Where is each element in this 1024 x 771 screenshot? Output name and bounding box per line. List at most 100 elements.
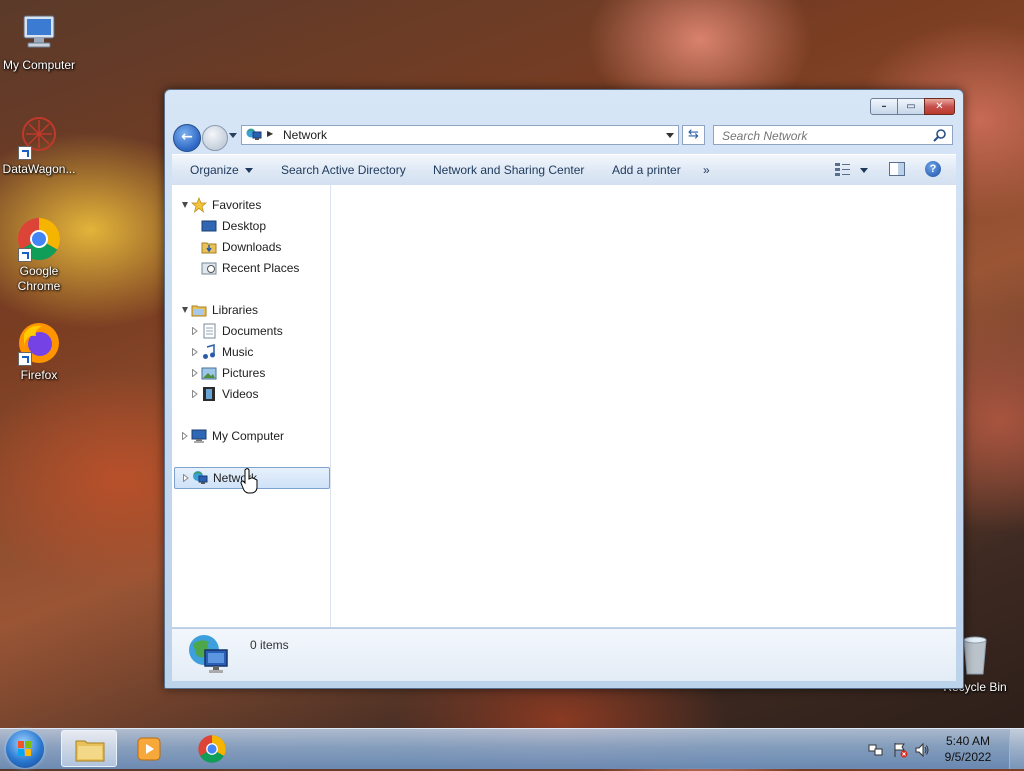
collapsed-arrow-icon[interactable] bbox=[192, 390, 198, 398]
address-location[interactable]: Network bbox=[283, 128, 327, 142]
explorer-window: – ▭ ✕ ← ▶ Network ⇆ Organize Search Acti… bbox=[164, 89, 964, 689]
recent-places-icon bbox=[201, 262, 217, 275]
tree-label: Libraries bbox=[212, 303, 259, 317]
network-status-icon[interactable] bbox=[868, 742, 884, 758]
network-large-icon bbox=[189, 635, 228, 673]
close-button[interactable]: ✕ bbox=[924, 98, 955, 115]
view-options-dropdown-icon[interactable] bbox=[860, 168, 868, 173]
computer-icon bbox=[191, 429, 207, 443]
star-icon bbox=[191, 197, 207, 213]
videos-icon bbox=[203, 387, 215, 401]
start-button[interactable] bbox=[6, 730, 44, 768]
tree-label: Music bbox=[222, 345, 254, 359]
collapsed-arrow-icon[interactable] bbox=[192, 348, 198, 356]
breadcrumb-separator-icon[interactable]: ▶ bbox=[267, 129, 273, 138]
organize-menu[interactable]: Organize bbox=[190, 163, 253, 177]
tree-documents[interactable]: Documents bbox=[172, 321, 330, 341]
desktop-icon-chrome[interactable]: Google Chrome bbox=[0, 216, 78, 294]
desktop-folder-icon bbox=[201, 220, 217, 232]
desktop-icon-firefox[interactable]: Firefox bbox=[0, 320, 78, 383]
search-input[interactable] bbox=[720, 127, 934, 145]
add-printer-button[interactable]: Add a printer bbox=[612, 163, 681, 177]
tree-label: My Computer bbox=[212, 429, 285, 443]
taskbar-explorer-button[interactable] bbox=[61, 730, 117, 767]
shortcut-arrow-icon bbox=[18, 146, 32, 160]
clock-date: 9/5/2022 bbox=[944, 750, 992, 764]
tree-label: Pictures bbox=[222, 366, 266, 380]
clock-time: 5:40 AM bbox=[945, 734, 991, 748]
close-icon: ✕ bbox=[935, 101, 944, 112]
chrome-icon bbox=[16, 216, 62, 262]
shortcut-arrow-icon bbox=[18, 352, 32, 366]
collapsed-arrow-icon[interactable] bbox=[183, 474, 189, 482]
command-bar: Organize Search Active Directory Network… bbox=[172, 154, 956, 186]
shortcut-arrow-icon bbox=[18, 248, 32, 262]
tree-favorites[interactable]: Favorites bbox=[172, 195, 330, 215]
tree-my-computer[interactable]: My Computer bbox=[172, 426, 330, 446]
refresh-button[interactable]: ⇆ bbox=[682, 125, 705, 145]
expand-arrow-icon[interactable] bbox=[182, 202, 188, 208]
tree-label: Documents bbox=[222, 324, 283, 338]
search-active-directory-button[interactable]: Search Active Directory bbox=[281, 163, 406, 177]
music-icon bbox=[203, 344, 215, 359]
expand-arrow-icon[interactable] bbox=[182, 307, 188, 313]
preview-pane-icon[interactable] bbox=[888, 161, 906, 177]
tree-pictures[interactable]: Pictures bbox=[172, 363, 330, 383]
item-count: 0 items bbox=[250, 638, 289, 652]
refresh-icon: ⇆ bbox=[688, 127, 699, 142]
tree-videos[interactable]: Videos bbox=[172, 384, 330, 404]
taskbar-media-player-button[interactable] bbox=[122, 730, 178, 767]
collapsed-arrow-icon[interactable] bbox=[192, 369, 198, 377]
organize-label: Organize bbox=[190, 163, 239, 177]
clock[interactable]: 5:40 AM 9/5/2022 bbox=[938, 733, 998, 765]
minimize-button[interactable]: – bbox=[870, 98, 898, 115]
address-dropdown-icon[interactable] bbox=[666, 133, 674, 138]
search-box[interactable] bbox=[713, 125, 953, 145]
pictures-icon bbox=[201, 367, 217, 380]
computer-icon bbox=[16, 10, 62, 56]
network-icon bbox=[246, 128, 262, 140]
windows-logo-icon bbox=[18, 741, 31, 756]
tree-libraries[interactable]: Libraries bbox=[172, 300, 330, 320]
collapsed-arrow-icon[interactable] bbox=[192, 327, 198, 335]
search-icon[interactable] bbox=[933, 128, 947, 142]
network-sharing-center-button[interactable]: Network and Sharing Center bbox=[433, 163, 584, 177]
desktop-icon-datawagon[interactable]: DataWagon... bbox=[0, 114, 78, 177]
tree-music[interactable]: Music bbox=[172, 342, 330, 362]
tree-desktop[interactable]: Desktop bbox=[172, 216, 330, 236]
action-center-flag-icon[interactable] bbox=[892, 742, 908, 758]
chevron-down-icon bbox=[244, 168, 253, 174]
tree-recent-places[interactable]: Recent Places bbox=[172, 258, 330, 278]
address-bar[interactable]: ▶ Network bbox=[241, 125, 679, 145]
tree-label: Favorites bbox=[212, 198, 262, 212]
window-caption-buttons: – ▭ ✕ bbox=[870, 98, 955, 115]
show-desktop-button[interactable] bbox=[1009, 729, 1024, 769]
back-arrow-icon: ← bbox=[181, 129, 193, 145]
taskbar-chrome-button[interactable] bbox=[184, 730, 240, 767]
taskbar: 5:40 AM 9/5/2022 bbox=[0, 728, 1024, 769]
minimize-icon: – bbox=[881, 101, 887, 112]
tree-downloads[interactable]: Downloads bbox=[172, 237, 330, 257]
folder-icon bbox=[75, 740, 105, 762]
change-view-icon[interactable] bbox=[834, 161, 852, 177]
media-player-icon bbox=[137, 737, 161, 761]
desktop-icon-my-computer[interactable]: My Computer bbox=[0, 10, 78, 73]
details-pane: 0 items bbox=[172, 628, 956, 681]
datawagon-icon bbox=[16, 114, 62, 160]
forward-button[interactable] bbox=[202, 125, 228, 151]
firefox-icon bbox=[16, 320, 62, 366]
volume-icon[interactable] bbox=[914, 742, 930, 758]
tree-label: Downloads bbox=[222, 240, 282, 254]
file-list-area[interactable] bbox=[331, 185, 956, 627]
desktop-icon-label: Google Chrome bbox=[17, 264, 61, 293]
collapsed-arrow-icon[interactable] bbox=[182, 432, 188, 440]
tree-label: Recent Places bbox=[222, 261, 300, 275]
recent-pages-dropdown[interactable] bbox=[229, 133, 237, 138]
desktop-icon-label: Firefox bbox=[20, 368, 58, 382]
desktop-icon-label: DataWagon... bbox=[2, 162, 76, 176]
libraries-icon bbox=[191, 305, 207, 317]
back-button[interactable]: ← bbox=[173, 124, 201, 152]
help-icon[interactable]: ? bbox=[925, 161, 941, 177]
maximize-button[interactable]: ▭ bbox=[897, 98, 925, 115]
more-commands-button[interactable]: » bbox=[703, 163, 710, 177]
